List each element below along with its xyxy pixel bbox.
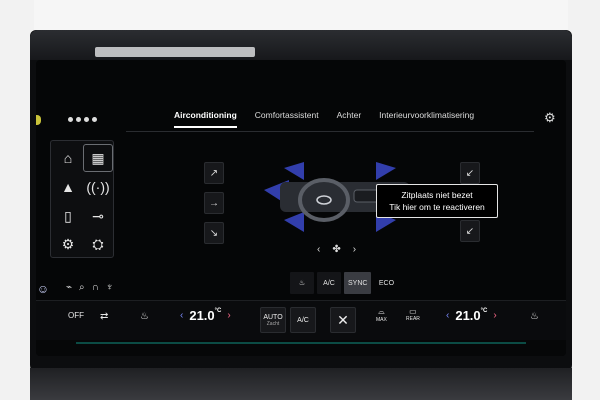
headset-icon: ∩ <box>91 282 99 293</box>
seat-heat-right-icon[interactable]: ♨ <box>530 311 539 322</box>
chevron-left-icon[interactable]: ‹ <box>317 244 320 255</box>
seat-icon: ↙ <box>465 167 475 179</box>
seat-heating-icon: ♨ <box>298 280 306 287</box>
gear-icon[interactable]: ⚙ <box>544 110 556 126</box>
max-label: MAX <box>376 317 387 323</box>
passenger-airflow-lower-button[interactable]: ↙ <box>460 220 480 242</box>
air-vent-slot <box>95 47 255 57</box>
tab-achter[interactable]: Achter <box>337 110 362 128</box>
seat-unoccupied-tooltip[interactable]: Zitplaats niet bezet Tik hier om te reac… <box>376 184 498 218</box>
user-profile-icon[interactable]: ☺ <box>36 281 50 297</box>
tab-comfortassistent[interactable]: Comfortassistent <box>255 110 319 128</box>
eco-button[interactable]: ECO <box>374 272 398 294</box>
passenger-temp-value: 21.0 <box>455 308 481 323</box>
rear-defrost-icon: ▭ <box>409 307 417 316</box>
ac-mode-button[interactable]: A/C <box>317 272 341 294</box>
passenger-temp-unit: °C <box>480 308 488 314</box>
microphone-icon: ♆ <box>105 282 114 293</box>
wifi-off-icon: ⌁ <box>66 282 73 293</box>
chevron-right-icon[interactable]: › <box>493 310 496 321</box>
driver-temperature: ‹ 21.0°C › <box>180 308 231 323</box>
tab-interieurvoorklimatisering[interactable]: Interieurvoorklimatisering <box>379 110 474 128</box>
airflow-middle-button[interactable]: → <box>204 192 224 214</box>
climate-screen: ⌂ ▦ ▲ ((·)) ▯ ⊸ ⚙ ⛭ ☺ ⌁ ⌕ ∩ ♆ Airconditi… <box>36 60 566 356</box>
sync-button[interactable]: SYNC <box>344 272 372 294</box>
chevron-right-icon[interactable]: › <box>353 244 356 255</box>
close-icon: ✕ <box>337 311 349 328</box>
driver-temp-value: 21.0 <box>189 308 215 323</box>
seat-heat-left-icon[interactable]: ♨ <box>140 311 149 322</box>
fan-icon: ✤ <box>332 244 341 255</box>
photo-background-left <box>0 0 34 400</box>
navigation-icon[interactable]: ▲ <box>53 173 83 201</box>
airflow-lower-button[interactable]: ↘ <box>204 222 224 244</box>
radio-icon[interactable]: ((·)) <box>83 173 113 201</box>
phone-link-icon: ⌕ <box>79 282 85 293</box>
auto-button[interactable]: AUTO Zacht <box>260 307 286 333</box>
seat-heating-button[interactable]: ♨ <box>290 272 314 294</box>
chevron-left-icon[interactable]: ‹ <box>446 310 449 321</box>
tab-divider <box>126 131 534 132</box>
grid-icon[interactable]: ▦ <box>83 144 113 172</box>
rear-label: REAR <box>406 316 420 322</box>
seat-airflow-lower-icon: ↘ <box>209 227 219 239</box>
chevron-left-icon[interactable]: ‹ <box>180 310 183 321</box>
seat-airflow-upper-icon: ↗ <box>209 167 219 179</box>
ac-button[interactable]: A/C <box>290 307 316 333</box>
photo-background-right <box>568 0 600 400</box>
driver-temp-unit: °C <box>214 308 222 314</box>
car-settings-icon[interactable]: ⛭ <box>83 230 113 258</box>
fan-speed-control: ‹ ✤ › <box>317 244 356 255</box>
seat-airflow-middle-icon: → <box>209 197 219 209</box>
ambient-light-strip <box>36 340 566 356</box>
tab-airconditioning[interactable]: Airconditioning <box>174 110 237 128</box>
car-icon[interactable]: ⚙ <box>53 230 83 258</box>
climate-bottom-bar: OFF ⇄ ♨ ‹ 21.0°C › AUTO Zacht A/C ✕ ⌓ MA… <box>36 300 566 340</box>
climate-tabs: Airconditioning Comfortassistent Achter … <box>174 110 474 128</box>
status-icons: ⌁ ⌕ ∩ ♆ <box>66 282 113 293</box>
climate-off-button[interactable]: OFF <box>68 311 84 320</box>
app-launcher: ⌂ ▦ ▲ ((·)) ▯ ⊸ ⚙ ⛭ <box>50 140 114 258</box>
recirculation-icon[interactable]: ⇄ <box>100 311 108 322</box>
phone-icon[interactable]: ▯ <box>53 202 83 230</box>
tooltip-line-2: Tik hier om te reactiveren <box>389 202 485 212</box>
passenger-temperature: ‹ 21.0°C › <box>446 308 497 323</box>
close-button[interactable]: ✕ <box>330 307 356 333</box>
defrost-icon: ⌓ <box>378 307 385 316</box>
chevron-right-icon[interactable]: › <box>227 310 230 321</box>
dashboard-lower <box>30 368 572 400</box>
plug-icon[interactable]: ⊸ <box>83 202 113 230</box>
rear-defrost-button[interactable]: ▭ REAR <box>406 307 420 322</box>
airflow-upper-button[interactable]: ↗ <box>204 162 224 184</box>
passenger-airflow-upper-button[interactable]: ↙ <box>460 162 480 184</box>
ac-label: A/C <box>297 316 309 324</box>
page-dots[interactable] <box>68 117 97 122</box>
auto-sublabel: Zacht <box>266 320 280 327</box>
sun-sensor-indicator <box>36 115 41 125</box>
auto-label: AUTO <box>263 313 283 321</box>
max-defrost-button[interactable]: ⌓ MAX <box>376 307 387 323</box>
home-icon[interactable]: ⌂ <box>53 144 83 172</box>
seat-icon: ↙ <box>465 225 475 237</box>
tooltip-line-1: Zitplaats niet bezet <box>401 190 473 200</box>
climate-mode-row: ♨ A/C SYNC ECO <box>290 272 398 294</box>
